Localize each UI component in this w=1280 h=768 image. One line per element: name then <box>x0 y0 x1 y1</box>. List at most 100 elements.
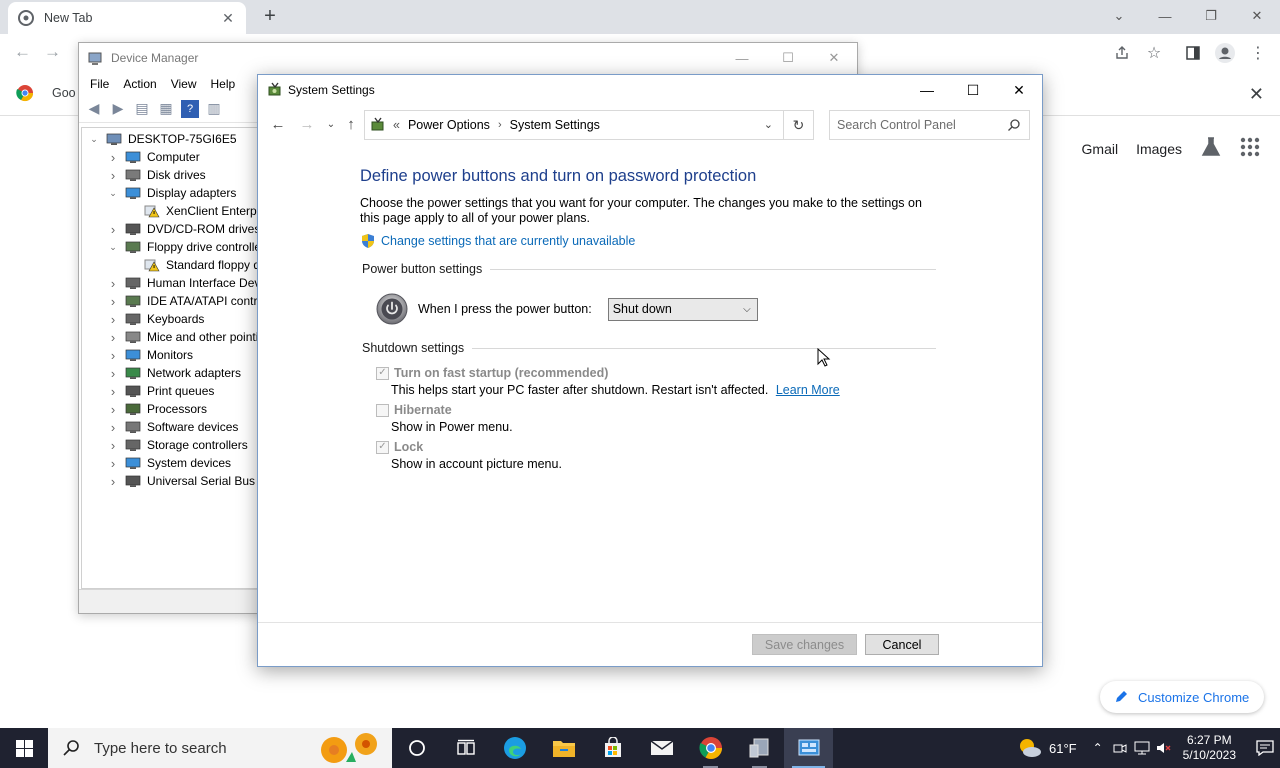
minimize-icon[interactable]: — <box>1142 0 1188 32</box>
minimize-icon[interactable]: — <box>904 75 950 105</box>
forward-arrow-icon[interactable]: ▶ <box>109 100 127 118</box>
back-arrow-icon[interactable]: ◀ <box>85 100 103 118</box>
hibernate-checkbox[interactable] <box>376 403 389 417</box>
expand-chevron-right-icon[interactable]: › <box>107 420 119 435</box>
search-box[interactable] <box>829 110 1030 140</box>
expand-chevron-down-icon[interactable]: ⌄ <box>107 188 119 199</box>
tree-item[interactable]: › Print queues <box>107 382 215 400</box>
expand-chevron-right-icon[interactable]: › <box>107 366 119 381</box>
taskbar-chrome[interactable] <box>686 728 735 768</box>
tree-item[interactable]: › Mice and other pointi <box>107 328 257 346</box>
maximize-icon[interactable]: ☐ <box>765 43 811 73</box>
learn-more-link[interactable]: Learn More <box>776 383 840 397</box>
expand-chevron-right-icon[interactable]: › <box>107 330 119 345</box>
share-icon[interactable] <box>1112 43 1132 63</box>
expand-chevron-right-icon[interactable]: › <box>107 456 119 471</box>
start-button[interactable] <box>0 728 48 768</box>
menu-action[interactable]: Action <box>116 77 163 91</box>
tab-close-icon[interactable]: ✕ <box>220 10 236 27</box>
customize-chrome-button[interactable]: Customize Chrome <box>1100 681 1264 713</box>
recent-locations-chevron-icon[interactable]: ⌄ <box>321 114 341 134</box>
back-arrow-icon[interactable]: ← <box>14 42 31 62</box>
list-icon[interactable]: ▦ <box>157 100 175 118</box>
change-settings-link[interactable]: Change settings that are currently unava… <box>360 233 940 249</box>
new-tab-button[interactable]: + <box>258 6 282 28</box>
taskbar-store[interactable] <box>588 728 637 768</box>
expand-chevron-right-icon[interactable]: › <box>107 402 119 417</box>
refresh-icon[interactable]: ↻ <box>783 111 813 139</box>
address-bar[interactable]: « Power Options › System Settings ⌄ ↻ <box>364 110 814 140</box>
taskbar-device-manager[interactable] <box>735 728 784 768</box>
weather-moon-cloud-icon[interactable] <box>1017 737 1043 759</box>
expand-chevron-right-icon[interactable]: › <box>107 168 119 183</box>
expand-chevron-right-icon[interactable]: › <box>107 348 119 363</box>
maximize-icon[interactable]: ☐ <box>950 75 996 105</box>
forward-arrow-icon[interactable]: → <box>297 114 317 134</box>
properties-icon[interactable]: ▤ <box>133 100 151 118</box>
tree-item[interactable]: › Software devices <box>107 418 239 436</box>
menu-view[interactable]: View <box>164 77 204 91</box>
more-vert-icon[interactable]: ⋮ <box>1248 43 1268 63</box>
tree-item[interactable]: › Storage controllers <box>107 436 248 454</box>
taskbar-control-panel[interactable] <box>784 728 833 768</box>
close-icon[interactable]: ✕ <box>996 75 1042 105</box>
taskbar-mail[interactable] <box>637 728 686 768</box>
tab-new-tab[interactable]: New Tab ✕ <box>8 2 246 34</box>
minimize-icon[interactable]: — <box>719 43 765 73</box>
power-button-action-select[interactable]: Shut down ⌵ <box>607 297 758 321</box>
fast-startup-checkbox[interactable]: ✓ <box>376 366 389 380</box>
menu-help[interactable]: Help <box>204 77 243 91</box>
expand-chevron-right-icon[interactable]: › <box>107 312 119 327</box>
tree-item[interactable]: › System devices <box>107 454 231 472</box>
tree-item[interactable]: ⌄ Display adapters <box>107 184 236 202</box>
tree-item[interactable]: › Monitors <box>107 346 193 364</box>
expand-chevron-right-icon[interactable]: › <box>107 438 119 453</box>
tree-item[interactable]: › Keyboards <box>107 310 205 328</box>
tree-item[interactable]: › Computer <box>107 148 200 166</box>
menu-file[interactable]: File <box>83 77 116 91</box>
restore-icon[interactable]: ❐ <box>1188 0 1234 32</box>
side-panel-icon[interactable] <box>1183 43 1203 63</box>
back-arrow-icon[interactable]: ← <box>268 114 288 134</box>
address-dropdown-icon[interactable]: ⌄ <box>764 118 773 131</box>
tree-item[interactable]: › Network adapters <box>107 364 241 382</box>
images-link[interactable]: Images <box>1136 141 1182 157</box>
tree-item[interactable]: XenClient Enterpri <box>126 202 257 220</box>
weather-temperature[interactable]: 61°F <box>1049 741 1077 756</box>
tree-item[interactable]: ⌄ DESKTOP-75GI6E5 <box>88 130 236 148</box>
expand-chevron-right-icon[interactable]: › <box>107 294 119 309</box>
lock-checkbox[interactable]: ✓ <box>376 440 389 454</box>
notification-center-icon[interactable] <box>1250 740 1280 756</box>
chevron-down-icon[interactable]: ⌄ <box>1096 0 1142 32</box>
expand-chevron-right-icon[interactable]: › <box>107 384 119 399</box>
labs-flask-icon[interactable] <box>1200 136 1222 161</box>
tree-item[interactable]: › Universal Serial Bus co <box>107 472 257 490</box>
tree-item[interactable]: › Human Interface Devi <box>107 274 257 292</box>
search-input[interactable] <box>837 118 997 132</box>
view-icon[interactable]: ▥ <box>205 100 223 118</box>
tree-item[interactable]: › IDE ATA/ATAPI contro <box>107 292 257 310</box>
expand-chevron-down-icon[interactable]: ⌄ <box>107 242 119 253</box>
bookmark-google[interactable]: Goo <box>16 84 76 102</box>
tree-item[interactable]: › Processors <box>107 400 207 418</box>
star-icon[interactable]: ☆ <box>1144 43 1164 63</box>
taskbar-search-box[interactable]: Type here to search <box>48 728 392 768</box>
expand-chevron-right-icon[interactable]: › <box>107 474 119 489</box>
volume-muted-icon[interactable] <box>1153 741 1175 755</box>
expand-chevron-right-icon[interactable]: › <box>107 150 119 165</box>
save-changes-button[interactable]: Save changes <box>752 634 857 655</box>
expand-chevron-right-icon[interactable]: › <box>107 276 119 291</box>
up-arrow-icon[interactable]: ↑ <box>341 114 361 134</box>
cancel-button[interactable]: Cancel <box>865 634 939 655</box>
forward-arrow-icon[interactable]: → <box>44 42 61 62</box>
tree-item[interactable]: Standard floppy di <box>126 256 257 274</box>
profile-avatar-icon[interactable] <box>1215 43 1235 63</box>
tree-item[interactable]: ⌄ Floppy drive controlle <box>107 238 257 256</box>
taskbar-file-explorer[interactable] <box>539 728 588 768</box>
close-icon[interactable]: ✕ <box>811 43 857 73</box>
chevron-up-icon[interactable]: ⌃ <box>1087 741 1109 755</box>
expand-chevron-down-icon[interactable]: ⌄ <box>88 134 100 145</box>
tree-item[interactable]: › DVD/CD-ROM drives <box>107 220 257 238</box>
breadcrumb-overflow[interactable]: « <box>393 118 400 132</box>
tree-item[interactable]: › Disk drives <box>107 166 206 184</box>
